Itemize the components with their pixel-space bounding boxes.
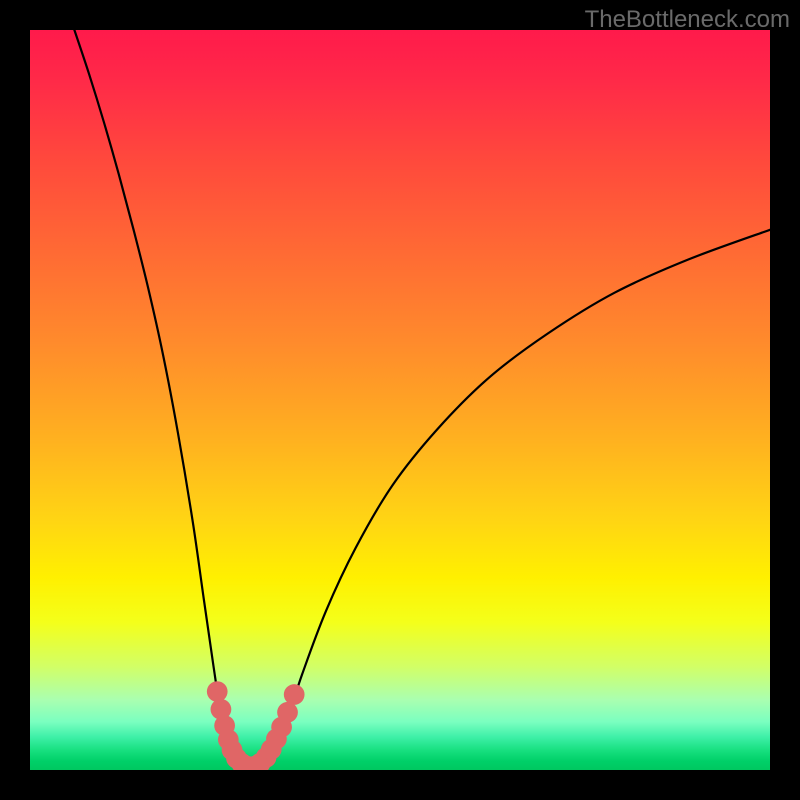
- highlight-dot: [277, 702, 298, 723]
- outer-frame: TheBottleneck.com: [0, 0, 800, 800]
- watermark-text: TheBottleneck.com: [585, 6, 790, 34]
- gradient-background: [30, 30, 770, 770]
- plot-area: [30, 30, 770, 770]
- highlight-dot: [284, 684, 305, 705]
- chart-svg: [30, 30, 770, 770]
- highlight-dot: [207, 681, 228, 702]
